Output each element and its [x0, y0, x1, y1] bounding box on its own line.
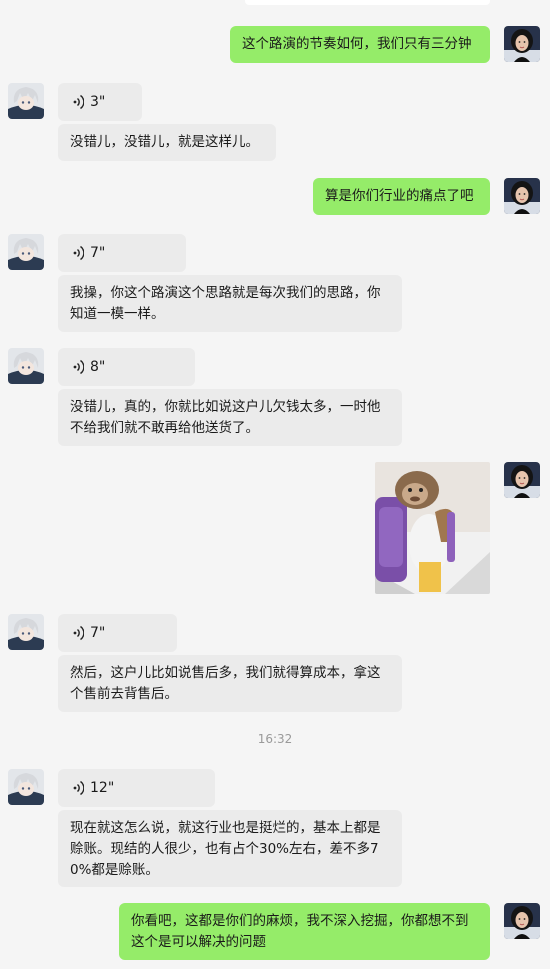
- my-avatar[interactable]: [504, 178, 540, 214]
- message-text: 然后，这户儿比如说售后多，我们就得算成本，拿这个售前去背售后。: [70, 665, 381, 702]
- incoming-message[interactable]: 没错儿，没错儿，就是这样儿。: [58, 124, 276, 161]
- outgoing-message[interactable]: 算是你们行业的痛点了吧: [313, 178, 490, 215]
- message-text: 没错儿，真的，你就比如说这户儿欠钱太多，一时他不给我们就不敢再给他送货了。: [70, 399, 381, 436]
- message-text: 你看吧，这都是你们的麻烦，我不深入挖掘，你都想不到这个是可以解决的问题: [131, 913, 469, 950]
- my-avatar[interactable]: [504, 462, 540, 498]
- voice-wave-icon: [72, 359, 84, 375]
- voice-duration: 8": [90, 359, 106, 375]
- chat-timestamp: 16:32: [257, 732, 293, 746]
- message-text: 这个路演的节奏如何，我们只有三分钟: [242, 36, 472, 52]
- voice-message[interactable]: 3": [58, 83, 142, 121]
- incoming-message[interactable]: 没错儿，真的，你就比如说这户儿欠钱太多，一时他不给我们就不敢再给他送货了。: [58, 389, 402, 446]
- my-avatar[interactable]: [504, 26, 540, 62]
- incoming-message[interactable]: 我操，你这个路演这个思路就是每次我们的思路，你知道一模一样。: [58, 275, 402, 332]
- monkey-sticker-image[interactable]: [375, 462, 490, 594]
- voice-message[interactable]: 7": [58, 234, 186, 272]
- voice-wave-icon: [72, 780, 84, 796]
- message-text: 没错儿，没错儿，就是这样儿。: [70, 134, 259, 150]
- incoming-message[interactable]: 现在就这怎么说，就这行业也是挺烂的，基本上都是赊账。现结的人很少，也有占个30%…: [58, 810, 402, 887]
- contact-avatar[interactable]: [8, 614, 44, 650]
- my-avatar[interactable]: [504, 903, 540, 939]
- outgoing-message[interactable]: 这个路演的节奏如何，我们只有三分钟: [230, 26, 490, 63]
- voice-message[interactable]: 8": [58, 348, 195, 386]
- voice-message[interactable]: 12": [58, 769, 215, 807]
- message-text: 现在就这怎么说，就这行业也是挺烂的，基本上都是赊账。现结的人很少，也有占个30%…: [70, 820, 381, 878]
- contact-avatar[interactable]: [8, 83, 44, 119]
- voice-wave-icon: [72, 94, 84, 110]
- voice-duration: 7": [90, 625, 106, 641]
- voice-duration: 3": [90, 94, 106, 110]
- incoming-message[interactable]: 然后，这户儿比如说售后多，我们就得算成本，拿这个售前去背售后。: [58, 655, 402, 712]
- message-text: 算是你们行业的痛点了吧: [325, 188, 474, 204]
- voice-wave-icon: [72, 245, 84, 261]
- contact-avatar[interactable]: [8, 234, 44, 270]
- voice-duration: 12": [90, 780, 115, 796]
- outgoing-message[interactable]: 你看吧，这都是你们的麻烦，我不深入挖掘，你都想不到这个是可以解决的问题: [119, 903, 490, 960]
- voice-duration: 7": [90, 245, 106, 261]
- message-text: 我操，你这个路演这个思路就是每次我们的思路，你知道一模一样。: [70, 285, 381, 322]
- previous-message-edge: [245, 0, 490, 5]
- voice-wave-icon: [72, 625, 84, 641]
- contact-avatar[interactable]: [8, 348, 44, 384]
- contact-avatar[interactable]: [8, 769, 44, 805]
- voice-message[interactable]: 7": [58, 614, 177, 652]
